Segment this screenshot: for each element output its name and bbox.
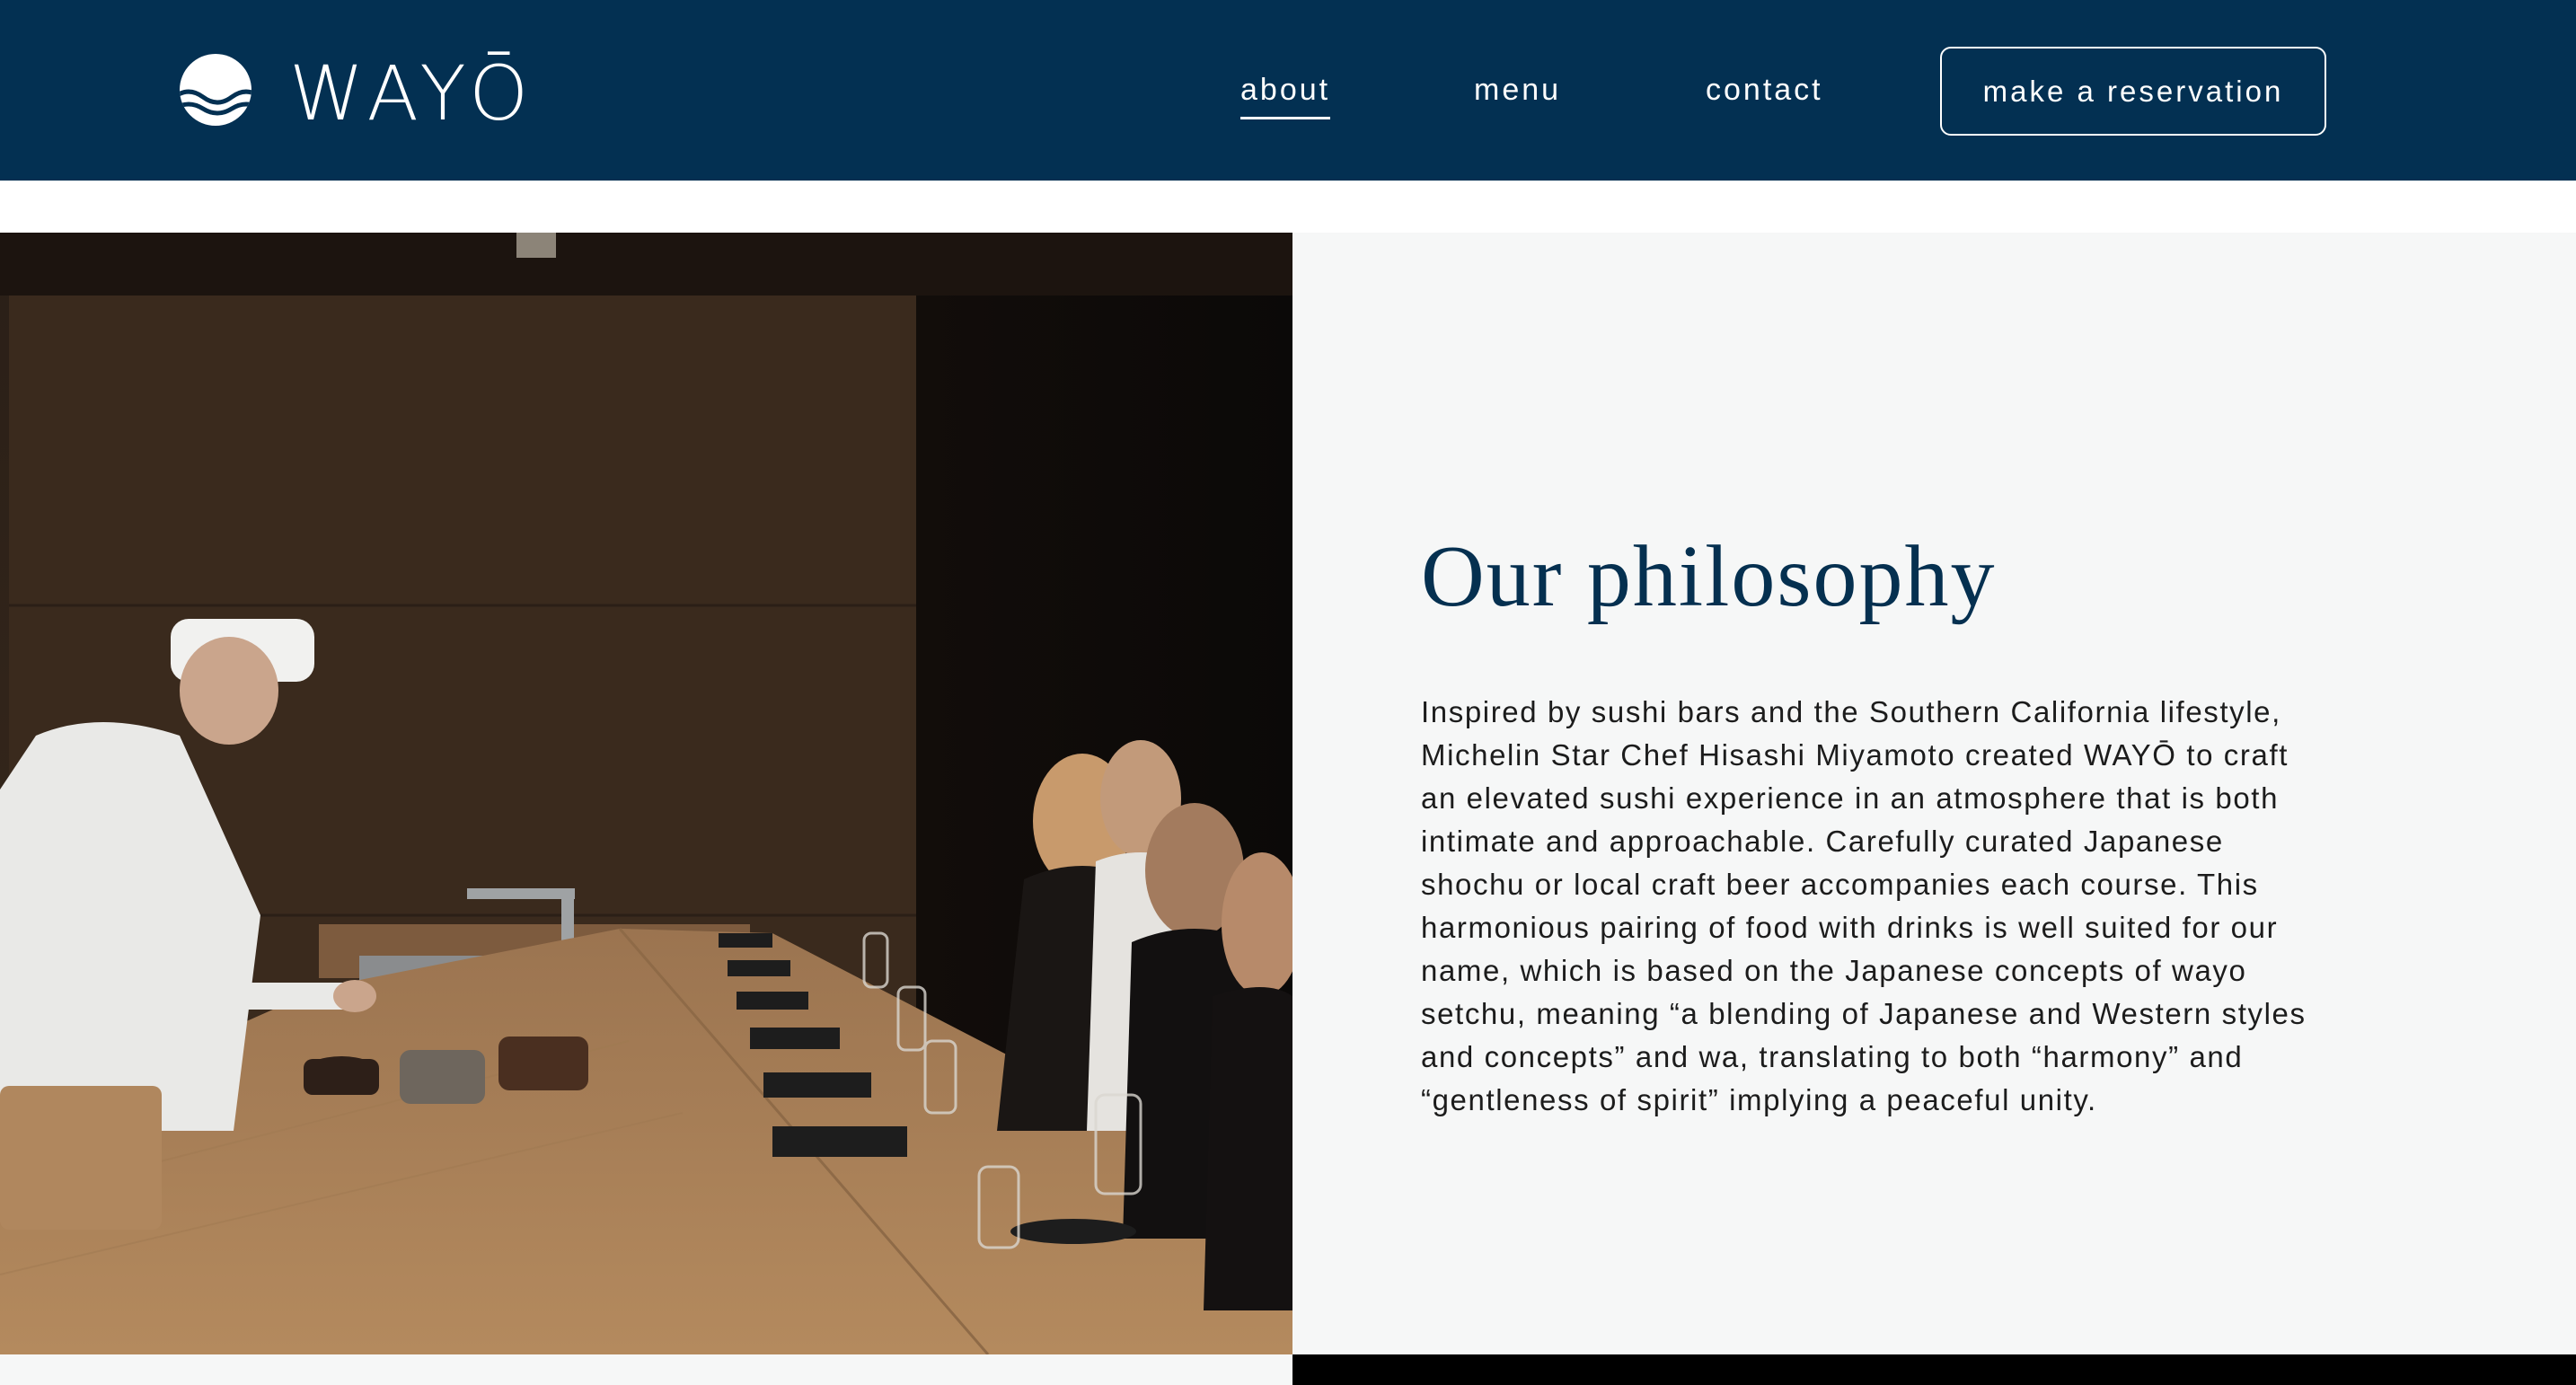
next-section-light (0, 1354, 1292, 1385)
nav-contact[interactable]: contact (1706, 72, 1823, 108)
wave-sun-icon (180, 54, 251, 126)
sushi-bar-photo-illustration (0, 233, 1292, 1354)
philosophy-line: an elevated sushi experience in an atmos… (1421, 781, 2280, 815)
philosophy-line: name, which is based on the Japanese con… (1421, 954, 2247, 987)
philosophy-line: harmonious pairing of food with drinks i… (1421, 911, 2279, 944)
philosophy-title: Our philosophy (1421, 528, 1997, 625)
philosophy-line: intimate and approachable. Carefully cur… (1421, 825, 2224, 858)
philosophy-body: Inspired by sushi bars and the Southern … (1421, 691, 2445, 1122)
philosophy-section: Our philosophy Inspired by sushi bars an… (1292, 233, 2576, 1354)
nav-about[interactable]: about (1240, 72, 1331, 119)
logo-wordmark: WAYŌ (289, 49, 536, 137)
site-header: WAYŌ about menu contact make a reservati… (0, 0, 2576, 181)
philosophy-line: “gentleness of spirit” implying a peacef… (1421, 1083, 2097, 1116)
philosophy-line: and concepts” and wa, translating to bot… (1421, 1040, 2244, 1073)
philosophy-line: shochu or local craft beer accompanies e… (1421, 868, 2259, 901)
next-section-dark (1292, 1354, 2576, 1385)
hero-photo (0, 233, 1292, 1354)
philosophy-line: setchu, meaning “a blending of Japanese … (1421, 997, 2307, 1030)
philosophy-line: Inspired by sushi bars and the Southern … (1421, 695, 2281, 728)
philosophy-line: Michelin Star Chef Hisashi Miyamoto crea… (1421, 738, 2289, 772)
make-reservation-button[interactable]: make a reservation (1940, 47, 2326, 136)
nav-menu[interactable]: menu (1474, 72, 1561, 108)
home-logo-link[interactable]: WAYŌ (178, 47, 535, 133)
